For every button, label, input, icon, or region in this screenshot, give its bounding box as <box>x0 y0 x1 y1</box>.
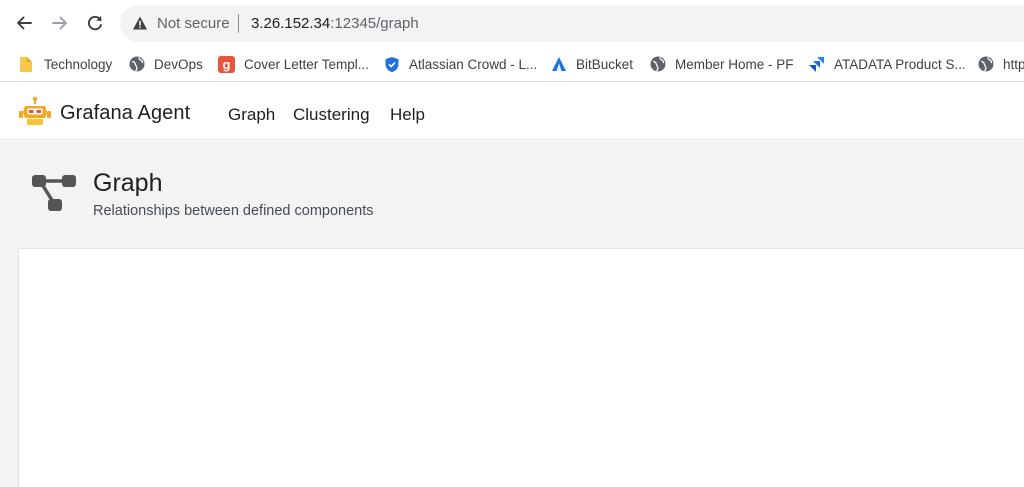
url-text[interactable]: 3.26.152.34:12345/graph <box>251 15 419 32</box>
app-header: Grafana Agent Graph Clustering Help <box>0 83 1024 140</box>
nav-link-clustering[interactable]: Clustering <box>293 105 370 125</box>
svg-text:g: g <box>223 57 231 72</box>
brand-name[interactable]: Grafana Agent <box>60 102 190 125</box>
bookmark-label: ATADATA Product S... <box>834 56 966 72</box>
page-title: Graph <box>93 169 163 197</box>
graph-canvas[interactable] <box>18 248 1024 487</box>
bookmark-label: DevOps <box>154 56 203 72</box>
globe-icon <box>977 56 994 73</box>
bookmark-bitbucket[interactable]: BitBucket <box>550 53 633 75</box>
security-label[interactable]: Not secure <box>157 15 230 32</box>
bookmark-devops[interactable]: DevOps <box>128 53 203 75</box>
graph-nodes-icon <box>32 175 76 211</box>
folder-icon <box>18 56 35 73</box>
bookmark-label: http <box>1003 56 1024 72</box>
url-host: 3.26.152.34 <box>251 15 331 32</box>
address-bar[interactable]: Not secure 3.26.152.34:12345/graph <box>120 5 1024 42</box>
jira-favicon <box>808 56 825 73</box>
globe-icon <box>128 56 145 73</box>
bookmark-member-home[interactable]: Member Home - PF <box>649 53 794 75</box>
page-subtitle: Relationships between defined components <box>93 203 374 219</box>
bookmark-atlassian-crowd[interactable]: Atlassian Crowd - L... <box>383 53 537 75</box>
warning-icon <box>133 16 147 30</box>
nav-link-help[interactable]: Help <box>390 105 425 125</box>
back-button[interactable] <box>10 9 38 37</box>
back-arrow-icon <box>17 16 32 30</box>
bookmark-atadata[interactable]: ATADATA Product S... <box>808 53 966 75</box>
bookmark-label: BitBucket <box>576 56 634 72</box>
grafana-agent-logo-icon[interactable] <box>17 96 53 128</box>
page-content: Graph Relationships between defined comp… <box>0 141 1024 487</box>
bookmark-label: Cover Letter Templ... <box>244 56 370 72</box>
forward-button[interactable] <box>46 9 74 37</box>
url-path: :12345/graph <box>330 15 419 32</box>
reload-button[interactable] <box>81 9 109 37</box>
g-favicon: g <box>218 55 235 73</box>
bookmarks-bar: Technology DevOps g Cover Letter Templ..… <box>0 46 1024 82</box>
bookmark-label: Member Home - PF <box>675 56 794 72</box>
bookmark-label: Technology <box>44 56 113 72</box>
bookmark-label: Atlassian Crowd - L... <box>409 56 538 72</box>
bookmark-cover-letter[interactable]: g Cover Letter Templ... <box>218 53 369 75</box>
reload-icon <box>87 15 102 31</box>
bitbucket-favicon <box>550 56 567 73</box>
nav-link-graph[interactable]: Graph <box>228 105 275 125</box>
bookmark-technology[interactable]: Technology <box>18 53 112 75</box>
bookmark-http[interactable]: http <box>977 53 1024 75</box>
browser-toolbar: Not secure 3.26.152.34:12345/graph <box>0 0 1024 46</box>
globe-icon <box>649 56 666 73</box>
forward-arrow-icon <box>52 16 67 30</box>
address-separator <box>238 14 239 33</box>
shield-favicon <box>383 56 400 73</box>
